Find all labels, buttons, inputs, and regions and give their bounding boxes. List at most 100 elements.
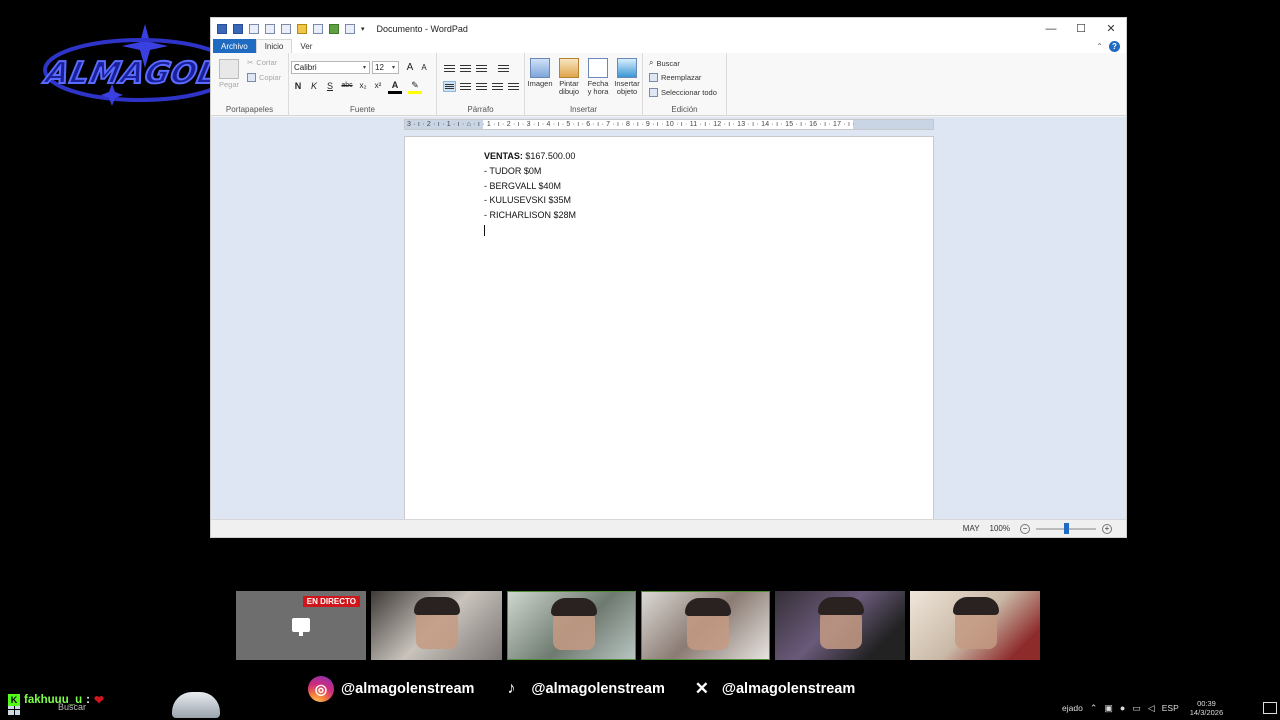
cut-button[interactable]: ✂ Cortar: [247, 58, 277, 67]
tiktok-handle: ♪ @almagolenstream: [498, 676, 664, 702]
zoom-slider-thumb[interactable]: [1063, 522, 1069, 534]
wordpad-window: ▾ Documento - WordPad — ☐ ✕ Archivo Inic…: [210, 17, 1127, 538]
collapse-ribbon-icon[interactable]: ⌃: [1096, 42, 1103, 51]
bold-button[interactable]: N: [291, 81, 305, 91]
highlight-pen-icon[interactable]: ✎: [408, 80, 422, 94]
live-badge: EN DIRECTO: [302, 596, 360, 607]
select-all-button[interactable]: Seleccionar todo: [649, 88, 717, 97]
weather-text: ejado: [1062, 703, 1083, 713]
paragraph-group: Párrafo: [437, 53, 525, 116]
justify-icon[interactable]: [491, 81, 504, 92]
maximize-button[interactable]: ☐: [1066, 18, 1096, 39]
select-all-label: Seleccionar todo: [661, 88, 717, 97]
underline-button[interactable]: S: [323, 81, 337, 91]
volume-icon[interactable]: ◁: [1148, 703, 1155, 714]
customize-qat-chevron-icon[interactable]: ▾: [361, 25, 365, 33]
line-spacing-icon[interactable]: [497, 63, 510, 74]
text-caret: [484, 224, 485, 236]
language-indicator[interactable]: ESP: [1162, 703, 1179, 713]
image-icon: [530, 58, 550, 78]
font-family-select[interactable]: Calibri ▾: [291, 61, 370, 74]
paint-drawing-button[interactable]: Pintar dibujo: [556, 58, 582, 96]
superscript-button[interactable]: x²: [371, 81, 385, 90]
ruler[interactable]: 3 · ı · 2 · ı · 1 · ı · ⌂ · ı · 1 · ı · …: [404, 119, 934, 130]
notifications-icon[interactable]: [1263, 702, 1277, 714]
close-button[interactable]: ✕: [1096, 18, 1126, 39]
new-document-icon[interactable]: [281, 23, 291, 34]
zoom-in-button[interactable]: +: [1102, 523, 1112, 534]
italic-button[interactable]: K: [307, 81, 321, 91]
webcam-tile: [371, 591, 502, 660]
grow-font-button[interactable]: A: [403, 62, 417, 73]
increase-indent-icon[interactable]: [459, 63, 472, 74]
clipboard-group-label: Portapapeles: [225, 105, 274, 114]
find-label: Buscar: [656, 58, 680, 68]
insert-object-button[interactable]: Insertar objeto: [613, 58, 641, 96]
help-icon[interactable]: ?: [1109, 40, 1120, 52]
document-text[interactable]: VENTAS: $167.500.00 - TUDOR $0M - BERGVA…: [484, 149, 576, 236]
align-center-icon[interactable]: [459, 81, 472, 92]
shrink-font-button[interactable]: A: [417, 63, 431, 72]
font-color-button[interactable]: A: [388, 80, 402, 94]
paragraph-settings-icon[interactable]: [507, 81, 520, 92]
align-left-icon[interactable]: [443, 81, 456, 92]
zoom-out-button[interactable]: −: [1020, 523, 1030, 534]
sales-line: VENTAS: $167.500.00: [484, 149, 576, 164]
redo-icon[interactable]: [265, 23, 275, 34]
cut-label: Cortar: [256, 58, 278, 67]
subscript-button[interactable]: x₂: [356, 81, 370, 90]
copy-icon: [247, 73, 256, 82]
chat-separator: :: [86, 694, 90, 706]
align-right-icon[interactable]: [475, 81, 488, 92]
stream-screen: ALMAGOL ▾ Documento - WordPad — ☐ ✕ Arch…: [0, 0, 1280, 720]
print-preview-icon[interactable]: [345, 23, 355, 34]
replace-button[interactable]: Reemplazar: [649, 73, 701, 82]
save-icon[interactable]: [233, 23, 243, 34]
chat-message-text: ❤: [93, 693, 105, 707]
find-button[interactable]: ⌕ Buscar: [649, 58, 680, 68]
doc-line: - RICHARLISON $28M: [484, 210, 577, 221]
email-icon[interactable]: [313, 23, 323, 34]
open-folder-icon[interactable]: [297, 23, 307, 34]
print-icon[interactable]: [329, 23, 339, 34]
decrease-indent-icon[interactable]: [443, 63, 456, 74]
copy-button[interactable]: Copiar: [247, 73, 281, 82]
zoom-level: 100%: [989, 524, 1010, 533]
chevron-down-icon: ▾: [362, 65, 366, 71]
strikethrough-button[interactable]: abc: [339, 82, 355, 89]
participant-hair: [953, 597, 999, 615]
chat-message: K fakhuuu_u : ❤: [8, 693, 104, 707]
network-icon[interactable]: ▭: [1132, 703, 1141, 714]
font-size-select[interactable]: 12 ▾: [372, 61, 399, 74]
undo-icon[interactable]: [249, 23, 259, 34]
document-page[interactable]: VENTAS: $167.500.00 - TUDOR $0M - BERGVA…: [404, 136, 934, 521]
insert-image-button[interactable]: Imagen: [527, 58, 553, 88]
minimize-button[interactable]: —: [1036, 18, 1066, 39]
date-time-button[interactable]: Fecha y hora: [585, 58, 611, 96]
replace-icon: [649, 73, 658, 82]
zoom-control: − +: [1020, 522, 1112, 534]
ruler-scale: 3 · ı · 2 · ı · 1 · ı · ⌂ · ı · 1 · ı · …: [407, 121, 855, 128]
font-group: Calibri ▾ 12 ▾ A A N K S abc x₂ x² A ✎ F…: [289, 53, 437, 116]
caps-lock-indicator: MAY: [962, 524, 980, 533]
webcam-strip: EN DIRECTO: [236, 591, 1040, 660]
tab-ver[interactable]: Ver: [292, 39, 320, 53]
tab-archivo[interactable]: Archivo: [213, 39, 256, 53]
chevron-up-icon[interactable]: ⌃: [1090, 703, 1098, 714]
paste-button[interactable]: Pegar: [216, 59, 242, 89]
ruler-right-margin: [853, 120, 933, 129]
tray-app-icon[interactable]: ▣: [1104, 703, 1113, 714]
ribbon-tabs: Archivo Inicio Ver ⌃ ?: [211, 39, 1126, 53]
paint-label-line2: dibujo: [558, 87, 580, 96]
clock[interactable]: 00:39 14/3/2026: [1190, 699, 1223, 717]
doc-line: - BERGVALL $40M: [484, 180, 562, 191]
font-size-value: 12: [375, 63, 384, 72]
wordpad-app-icon: [217, 23, 227, 34]
participant-hair: [685, 598, 731, 616]
copy-label: Copiar: [259, 73, 282, 82]
tab-inicio[interactable]: Inicio: [255, 39, 293, 53]
microphone-icon[interactable]: ●: [1120, 703, 1125, 713]
bullet-list-icon[interactable]: [475, 63, 488, 74]
instagram-handle: ◎ @almagolenstream: [308, 676, 474, 702]
zoom-slider[interactable]: [1036, 522, 1096, 534]
